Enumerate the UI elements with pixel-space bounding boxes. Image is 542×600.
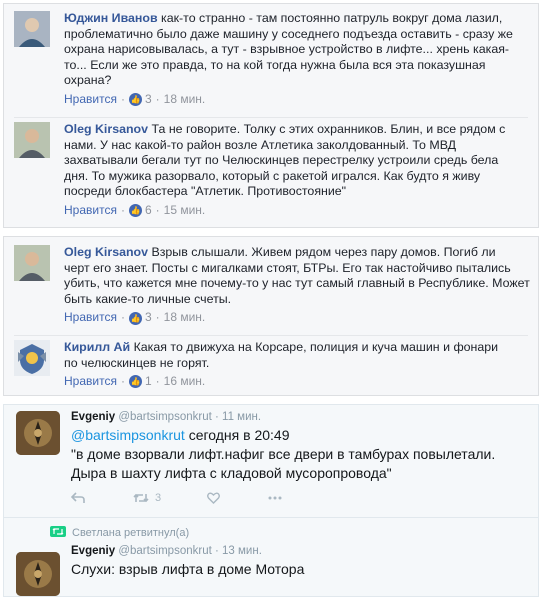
like-count[interactable]: 3 bbox=[145, 310, 152, 326]
comment-line: проблематично было даже машину у соседне… bbox=[64, 26, 513, 41]
comment-line: как-то странно - там постоянно патруль в… bbox=[161, 11, 503, 25]
tweet-quote-line: Дыра в шахту лифта с кладовой мусоропров… bbox=[71, 465, 392, 481]
comment-time[interactable]: 16 мин. bbox=[164, 374, 206, 390]
comment-line: быть какие-то личные счеты. bbox=[64, 291, 232, 306]
comment-meta: Нравится · 👍 1 · 16 мин. bbox=[64, 374, 530, 390]
comment-line: черт его знает. Посты с мигалками стоят,… bbox=[64, 260, 511, 275]
tweet-author-name[interactable]: Evgeniy bbox=[71, 411, 115, 423]
tweet-time[interactable]: 13 мин. bbox=[222, 545, 262, 557]
comment-line: посреди блокбастера "Атлетик. Противосто… bbox=[64, 184, 347, 199]
avatar[interactable] bbox=[14, 122, 50, 158]
tweet-text: @bartsimpsonkrut сегодня в 20:49 "в доме… bbox=[71, 426, 538, 483]
separator: · bbox=[120, 91, 125, 106]
comment-line: убить, что кажется мне почему-то у нас т… bbox=[64, 276, 530, 291]
retweet-icon[interactable] bbox=[133, 492, 149, 504]
avatar[interactable] bbox=[14, 11, 50, 47]
tweet-stamp: сегодня в 20:49 bbox=[188, 427, 290, 443]
comment-line: дня. То мужика разорвало, который с раке… bbox=[64, 168, 481, 183]
comment-text: Oleg Kirsanov Та не говорите. Толку с эт… bbox=[64, 122, 530, 200]
comment-text: Юджин Иванов как-то странно - там постоя… bbox=[64, 11, 530, 89]
retweet-by[interactable]: Светлана ретвитнул(а) bbox=[72, 527, 189, 539]
comment-line: захватывали бегали тут по Челюскинцев пе… bbox=[64, 153, 499, 168]
retweet-count: 3 bbox=[155, 492, 162, 504]
comment-author[interactable]: Юджин Иванов bbox=[64, 11, 158, 25]
comment-time[interactable]: 18 мин. bbox=[164, 92, 206, 108]
divider bbox=[14, 117, 528, 118]
comment-line: нами. У нас какой-то район возле Атлетик… bbox=[64, 137, 457, 152]
comment-line: то... Если же это правда, то на кой тогд… bbox=[64, 57, 486, 72]
tweet-author-handle[interactable]: @bartsimpsonkrut bbox=[118, 411, 211, 423]
avatar[interactable] bbox=[16, 552, 60, 596]
twitter-feed: Evgeniy @bartsimpsonkrut · 11 мин. @bart… bbox=[3, 404, 539, 597]
tweet: Evgeniy @bartsimpsonkrut · 11 мин. @bart… bbox=[4, 411, 538, 504]
tweet-header: Evgeniy @bartsimpsonkrut · 11 мин. bbox=[71, 411, 538, 423]
thumbs-up-icon: 👍 bbox=[128, 204, 142, 218]
reply-icon[interactable] bbox=[71, 492, 85, 504]
comment-time[interactable]: 15 мин. bbox=[164, 203, 206, 219]
avatar[interactable] bbox=[14, 340, 50, 376]
comment: Oleg Kirsanov Та не говорите. Толку с эт… bbox=[14, 122, 530, 219]
more-icon[interactable] bbox=[268, 496, 282, 500]
thumbs-up-icon: 👍 bbox=[128, 93, 142, 107]
comment-thread-1: Юджин Иванов как-то странно - там постоя… bbox=[3, 3, 539, 228]
comment-time[interactable]: 18 мин. bbox=[164, 310, 206, 326]
comment-text: Oleg Kirsanov Взрыв слышали. Живем рядом… bbox=[64, 245, 530, 307]
like-icon[interactable] bbox=[207, 492, 221, 504]
separator: · bbox=[155, 91, 160, 106]
comment-author[interactable]: Кирилл Ай bbox=[64, 340, 130, 354]
avatar[interactable] bbox=[14, 245, 50, 281]
avatar[interactable] bbox=[16, 411, 60, 455]
separator: · bbox=[120, 310, 125, 325]
comment-line: Какая то движуха на Корсаре, полиция и к… bbox=[133, 340, 499, 354]
like-link[interactable]: Нравится bbox=[64, 203, 117, 219]
comment-line: Та не говорите. Толку с этих охранников.… bbox=[151, 122, 506, 136]
thumbs-up-icon: 👍 bbox=[128, 375, 142, 389]
thumbs-up-icon: 👍 bbox=[128, 311, 142, 325]
comment-author[interactable]: Oleg Kirsanov bbox=[64, 122, 148, 136]
comment-thread-2: Oleg Kirsanov Взрыв слышали. Живем рядом… bbox=[3, 236, 539, 396]
tweet-author-handle[interactable]: @bartsimpsonkrut bbox=[118, 545, 211, 557]
comment: Кирилл Ай Какая то движуха на Корсаре, п… bbox=[14, 340, 530, 390]
tweet-quote-line: "в доме взорвали лифт.нафиг все двери в … bbox=[71, 446, 496, 462]
comment-meta: Нравится · 👍 3 · 18 мин. bbox=[64, 310, 530, 326]
divider bbox=[4, 517, 538, 518]
tweet: Светлана ретвитнул(а) Evgeniy @bartsimps… bbox=[4, 526, 538, 596]
comment-line: охрана нарисовывалась, а тут - взрывное … bbox=[64, 42, 510, 57]
comment-author[interactable]: Oleg Kirsanov bbox=[64, 245, 148, 259]
comment: Oleg Kirsanov Взрыв слышали. Живем рядом… bbox=[14, 245, 530, 326]
mention-link[interactable]: @bartsimpsonkrut bbox=[71, 427, 185, 443]
retweet-icon bbox=[50, 526, 66, 540]
comment-meta: Нравится · 👍 6 · 15 мин. bbox=[64, 203, 530, 219]
like-link[interactable]: Нравится bbox=[64, 310, 117, 326]
retweet-context: Светлана ретвитнул(а) bbox=[50, 526, 538, 540]
separator: · bbox=[120, 374, 125, 389]
separator: · bbox=[155, 310, 160, 325]
tweet-actions: 3 bbox=[71, 492, 538, 504]
separator: · bbox=[155, 374, 160, 389]
comment-line: Взрыв слышали. Живем рядом через пару до… bbox=[151, 245, 496, 259]
like-link[interactable]: Нравится bbox=[64, 92, 117, 108]
like-count[interactable]: 6 bbox=[145, 203, 152, 219]
comment: Юджин Иванов как-то странно - там постоя… bbox=[14, 11, 530, 108]
tweet-text: Слухи: взрыв лифта в доме Мотора bbox=[71, 561, 305, 577]
separator: · bbox=[215, 411, 223, 423]
tweet-time[interactable]: 11 мин. bbox=[222, 411, 261, 423]
tweet-author-name[interactable]: Evgeniy bbox=[71, 545, 115, 557]
like-count[interactable]: 3 bbox=[145, 92, 152, 108]
like-link[interactable]: Нравится bbox=[64, 374, 117, 390]
divider bbox=[14, 335, 528, 336]
comment-line: охрана? bbox=[64, 73, 112, 88]
separator: · bbox=[120, 202, 125, 217]
comment-meta: Нравится · 👍 3 · 18 мин. bbox=[64, 92, 530, 108]
tweet-header: Evgeniy @bartsimpsonkrut · 13 мин. bbox=[71, 545, 538, 557]
like-count[interactable]: 1 bbox=[145, 374, 152, 390]
comment-line: по челюскинцев не горят. bbox=[64, 355, 210, 370]
separator: · bbox=[155, 202, 160, 217]
separator: · bbox=[215, 545, 223, 557]
comment-text: Кирилл Ай Какая то движуха на Корсаре, п… bbox=[64, 340, 530, 371]
